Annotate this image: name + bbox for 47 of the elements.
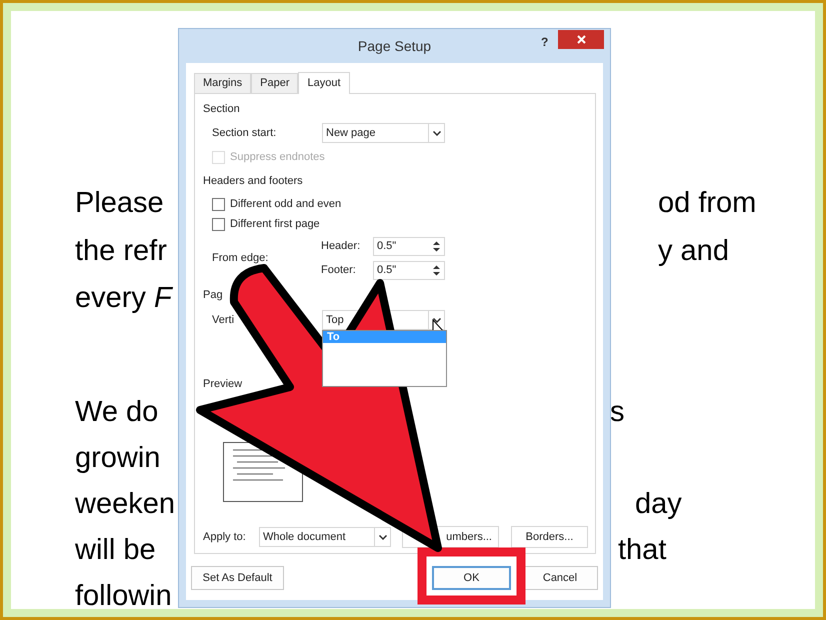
tab[interactable]: Layout [298, 72, 350, 94]
caret-icon [432, 130, 440, 136]
borders-button[interactable]: Borders... [511, 526, 588, 548]
document-text: that [618, 532, 666, 568]
apply-to-select[interactable]: Whole document [259, 527, 391, 547]
checkbox[interactable] [212, 198, 225, 210]
field-label: Apply to: [203, 530, 247, 545]
close-button[interactable] [558, 30, 604, 49]
spin-arrows-icon [432, 264, 441, 276]
spin-field[interactable]: 0.5" [373, 260, 445, 280]
spin-arrows-icon [432, 240, 441, 252]
document-text: weeken [75, 486, 175, 522]
document-text: y and [658, 234, 729, 268]
document-text: We do [75, 394, 158, 430]
field-label: Section start: [212, 126, 278, 141]
field-label: From edge: [212, 250, 270, 266]
checkbox-label: Different odd and even [230, 196, 342, 212]
document-text: day [635, 486, 682, 522]
document-text: growin [75, 440, 160, 476]
section-start-select[interactable]: New page [322, 123, 445, 143]
checkbox-label: Different first page [230, 216, 320, 232]
checkbox[interactable] [212, 218, 225, 230]
tab[interactable]: Paper [251, 73, 298, 93]
caret-icon [378, 534, 386, 540]
help-button[interactable]: ? [541, 33, 548, 51]
section-heading: Pag [203, 288, 223, 303]
field-label: Header: [321, 238, 362, 254]
document-text: followin [75, 578, 172, 609]
document-text: s [610, 394, 624, 430]
default-button[interactable]: Set As Default [191, 566, 284, 590]
checkbox-label: Suppress endnotes [230, 150, 325, 165]
caret-icon [432, 318, 440, 322]
section-heading: Headers and footers [203, 174, 303, 189]
spin-field[interactable]: 0.5" [373, 236, 445, 256]
window-title: Page Setup [358, 36, 432, 56]
section-heading: Section [203, 102, 240, 117]
ok-button[interactable]: OK [432, 566, 511, 590]
field-label: Verti [212, 312, 236, 328]
section-heading: Preview [203, 376, 242, 392]
tab[interactable]: Margins [194, 73, 252, 93]
document-text: Please [75, 186, 164, 221]
document-text: will be [75, 532, 156, 568]
close-icon [576, 35, 586, 44]
document-text: the refr [75, 234, 167, 268]
document-text: od from [658, 186, 756, 221]
document-text: every F [75, 281, 172, 316]
field-label: Footer: [321, 262, 357, 278]
